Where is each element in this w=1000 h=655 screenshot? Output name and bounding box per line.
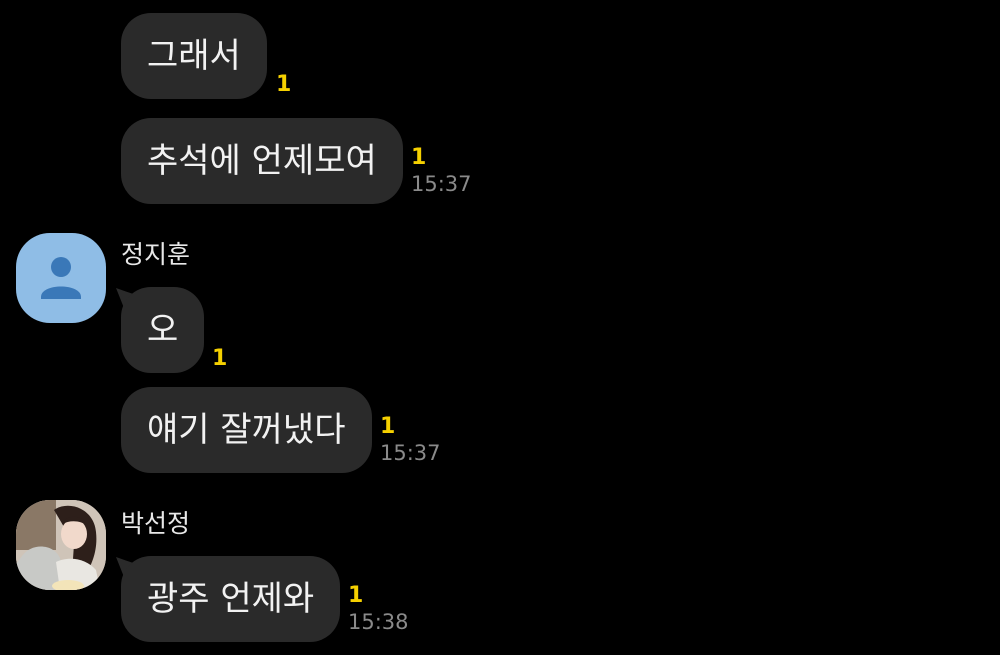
message-meta: 1 [276,72,291,98]
message-bubble[interactable]: 광주 언제와 [121,556,341,642]
message-timestamp: 15:38 [348,610,409,634]
message-bubble[interactable]: 얘기 잘꺼냈다 [121,387,372,473]
message-timestamp: 15:37 [411,172,472,196]
message-meta: 1 15:37 [380,414,441,466]
message-timestamp: 15:37 [380,441,441,465]
profile-photo [16,500,106,590]
message-bubble[interactable]: 오 [121,287,205,373]
message-meta: 1 15:38 [348,583,409,635]
sender-name: 박선정 [121,509,191,538]
avatar[interactable] [16,233,106,323]
unread-count: 1 [411,145,427,170]
message-meta: 1 15:37 [411,145,472,197]
unread-count: 1 [276,72,292,97]
message-bubble[interactable]: 추석에 언제모여 [121,118,403,204]
message-meta: 1 [212,346,227,372]
default-person-icon [41,257,81,299]
unread-count: 1 [348,583,364,608]
unread-count: 1 [212,346,228,371]
unread-count: 1 [380,414,396,439]
message-bubble[interactable]: 그래서 [121,13,267,99]
avatar[interactable] [16,500,106,590]
sender-name: 정지훈 [121,240,191,269]
